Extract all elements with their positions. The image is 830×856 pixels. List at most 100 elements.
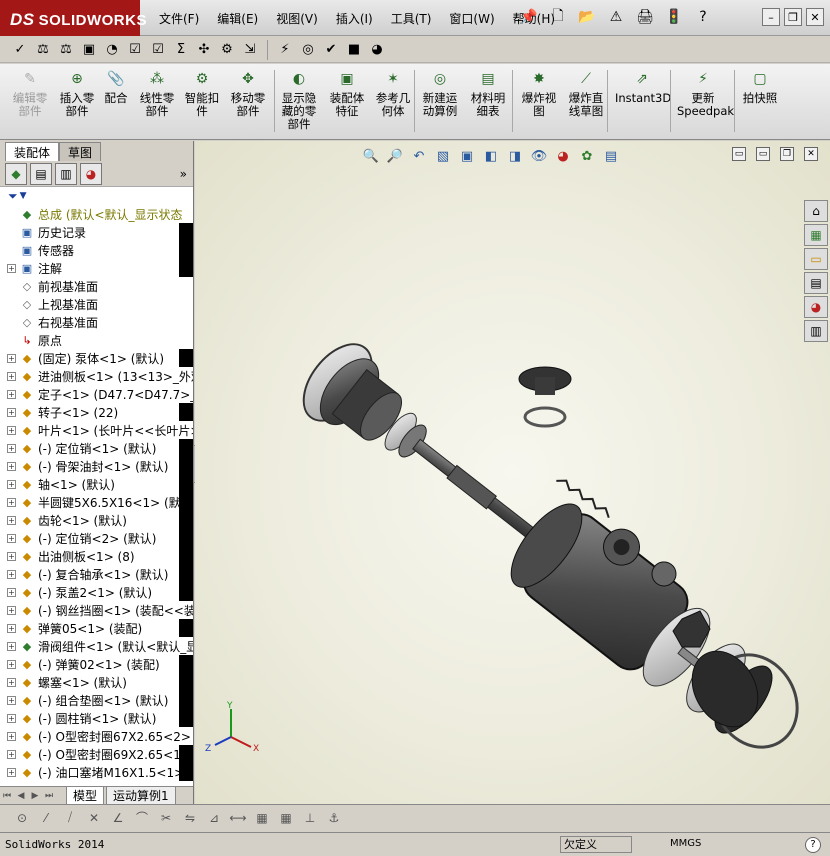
expand-toggle-icon[interactable]: + <box>7 533 16 543</box>
check-icon[interactable]: ☑ <box>125 40 145 60</box>
relations-icon[interactable]: ⊥ <box>300 808 320 828</box>
solidworks-logo[interactable]: DS SOLIDWORKS <box>0 0 146 36</box>
open-folder-icon[interactable]: 📂 <box>574 5 600 29</box>
expand-toggle-icon[interactable]: + <box>7 371 16 381</box>
evaluate-icon[interactable]: ◎ <box>298 40 318 60</box>
doc-close-icon[interactable]: ✕ <box>804 147 818 161</box>
expand-toggle-icon[interactable]: + <box>7 461 16 471</box>
point-icon[interactable]: ⊙ <box>12 808 32 828</box>
menu-insert[interactable]: 插入(I) <box>327 10 382 27</box>
interference-icon[interactable]: ✣ <box>194 40 214 60</box>
edit-appearance-icon[interactable]: ◕ <box>552 145 574 167</box>
tree-item[interactable]: + ◆ (-) 钢丝挡圈<1> (装配<<装 <box>0 601 193 619</box>
minimize-button[interactable]: – <box>762 8 780 26</box>
configuration-manager-icon[interactable]: ▥ <box>55 162 77 185</box>
expand-toggle-icon[interactable]: + <box>7 497 16 507</box>
new-document-icon[interactable]: 🗋 <box>545 5 571 29</box>
tree-item[interactable]: + ◆ 弹簧05<1> (装配) <box>0 619 193 637</box>
tree-item[interactable]: + ◆ (-) 弹簧02<1> (装配) <box>0 655 193 673</box>
hide-show-items-icon[interactable]: 👁 <box>528 145 550 167</box>
expand-toggle-icon[interactable]: + <box>7 263 16 273</box>
menu-edit[interactable]: 编辑(E) <box>208 10 267 27</box>
command-explode-line[interactable]: ⟋ 爆炸直 线草图 <box>566 68 606 118</box>
expand-toggle-icon[interactable]: + <box>7 641 16 651</box>
expand-toggle-icon[interactable]: + <box>7 605 16 615</box>
command-snapshot[interactable]: ▢ 拍快照 <box>739 68 781 105</box>
tree-item[interactable]: ▣ 历史记录 <box>0 223 193 241</box>
status-units[interactable]: MMGS <box>670 838 701 849</box>
view-palette-icon[interactable]: ▤ <box>804 272 828 294</box>
command-linear-pattern[interactable]: ⁂ 线性零 部件 <box>138 68 176 118</box>
menu-window[interactable]: 窗口(W) <box>440 10 503 27</box>
last-tab-icon[interactable]: ⏭ <box>42 789 56 803</box>
section-properties-icon[interactable]: ▣ <box>79 40 99 60</box>
mirror-icon[interactable]: ⇋ <box>180 808 200 828</box>
print-icon[interactable]: 🖨 <box>632 5 658 29</box>
command-assembly-feature[interactable]: ▣ 装配体 特征 <box>327 68 367 118</box>
pattern-icon[interactable]: ▦ <box>276 808 296 828</box>
tree-item[interactable]: + ◆ (-) O型密封圈69X2.65<1> <box>0 745 193 763</box>
check-entity-icon[interactable]: ✔ <box>321 40 341 60</box>
trim-icon[interactable]: ✂ <box>156 808 176 828</box>
cross-icon[interactable]: ✕ <box>84 808 104 828</box>
offset-icon[interactable]: ⊿ <box>204 808 224 828</box>
spellcheck-icon[interactable]: ✓ <box>10 40 30 60</box>
custom-properties-icon[interactable]: ▥ <box>804 320 828 342</box>
help-icon[interactable]: ? <box>690 5 716 29</box>
tree-item[interactable]: ◇ 上视基准面 <box>0 295 193 313</box>
tree-item[interactable]: + ◆ 进油侧板<1> (13<13>_外观 <box>0 367 193 385</box>
stop-icon[interactable]: ■ <box>344 40 364 60</box>
menu-tools[interactable]: 工具(T) <box>382 10 441 27</box>
appearances-icon[interactable]: ◕ <box>804 296 828 318</box>
tree-item[interactable]: + ◆ (-) 组合垫圈<1> (默认) <box>0 691 193 709</box>
tree-item[interactable]: + ◆ (-) 定位销<2> (默认) <box>0 529 193 547</box>
command-mate[interactable]: 📎 配合 <box>103 68 129 105</box>
clearance-icon[interactable]: ⚙ <box>217 40 237 60</box>
tree-item[interactable]: + ◆ (-) 定位销<1> (默认) <box>0 439 193 457</box>
tree-item[interactable]: + ▣ 注解 <box>0 259 193 277</box>
doc-tile-icon[interactable]: ▭ <box>732 147 746 161</box>
tree-filter[interactable]: ⏷ ▼ <box>0 187 193 205</box>
previous-view-icon[interactable]: ↶ <box>408 145 430 167</box>
command-insert-component[interactable]: ⊕ 插入零 部件 <box>56 68 98 118</box>
equations-icon[interactable]: Σ <box>171 40 191 60</box>
rebuild-warning-icon[interactable]: ⚠ <box>603 5 629 29</box>
feature-manager-icon[interactable]: ◆ <box>5 162 27 185</box>
color-wheel-icon[interactable]: ◕ <box>367 40 387 60</box>
dynamic-annotation-icon[interactable]: ▣ <box>456 145 478 167</box>
tree-item[interactable]: + ◆ (-) 复合轴承<1> (默认) <box>0 565 193 583</box>
tree-item[interactable]: + ◆ (固定) 泵体<1> (默认) <box>0 349 193 367</box>
tree-item[interactable]: ◇ 右视基准面 <box>0 313 193 331</box>
prev-tab-icon[interactable]: ◀ <box>14 789 28 803</box>
status-help-icon[interactable]: ? <box>805 837 821 853</box>
tree-item[interactable]: + ◆ 转子<1> (22) <box>0 403 193 421</box>
statistics-icon[interactable]: ◔ <box>102 40 122 60</box>
command-smart-fasteners[interactable]: ⚙ 智能扣 件 <box>183 68 221 118</box>
tree-item[interactable]: + ◆ 滑阀组件<1> (默认<默认_显 <box>0 637 193 655</box>
tree-item[interactable]: + ◆ (-) 圆柱销<1> (默认) <box>0 709 193 727</box>
section-view-icon[interactable]: ▧ <box>432 145 454 167</box>
expand-toggle-icon[interactable]: + <box>7 407 16 417</box>
tab-model[interactable]: 模型 <box>66 786 105 805</box>
apply-scene-icon[interactable]: ✿ <box>576 145 598 167</box>
centerline-icon[interactable]: ⧸ <box>60 808 80 828</box>
first-tab-icon[interactable]: ⏮ <box>0 789 14 803</box>
expand-toggle-icon[interactable]: + <box>7 389 16 399</box>
expand-toggle-icon[interactable]: + <box>7 731 16 741</box>
expand-toggle-icon[interactable]: + <box>7 569 16 579</box>
close-button[interactable]: ✕ <box>806 8 824 26</box>
tree-item[interactable]: + ◆ 螺塞<1> (默认) <box>0 673 193 691</box>
expand-toggle-icon[interactable]: + <box>7 677 16 687</box>
pin-icon[interactable]: 📌 <box>516 5 542 29</box>
tree-item[interactable]: + ◆ 定子<1> (D47.7<D47.7>_外 <box>0 385 193 403</box>
command-motion-study[interactable]: ◎ 新建运 动算例 <box>420 68 460 118</box>
doc-restore-icon[interactable]: ❐ <box>780 147 794 161</box>
expand-toggle-icon[interactable]: + <box>7 749 16 759</box>
expand-toggle-icon[interactable]: + <box>7 695 16 705</box>
expand-panel-icon[interactable]: » <box>180 167 187 181</box>
expand-toggle-icon[interactable]: + <box>7 515 16 525</box>
next-tab-icon[interactable]: ▶ <box>28 789 42 803</box>
doc-minimize-icon[interactable]: ▭ <box>756 147 770 161</box>
checkbox-icon[interactable]: ☑ <box>148 40 168 60</box>
command-instant3d[interactable]: ⇗ Instant3D <box>615 68 671 105</box>
